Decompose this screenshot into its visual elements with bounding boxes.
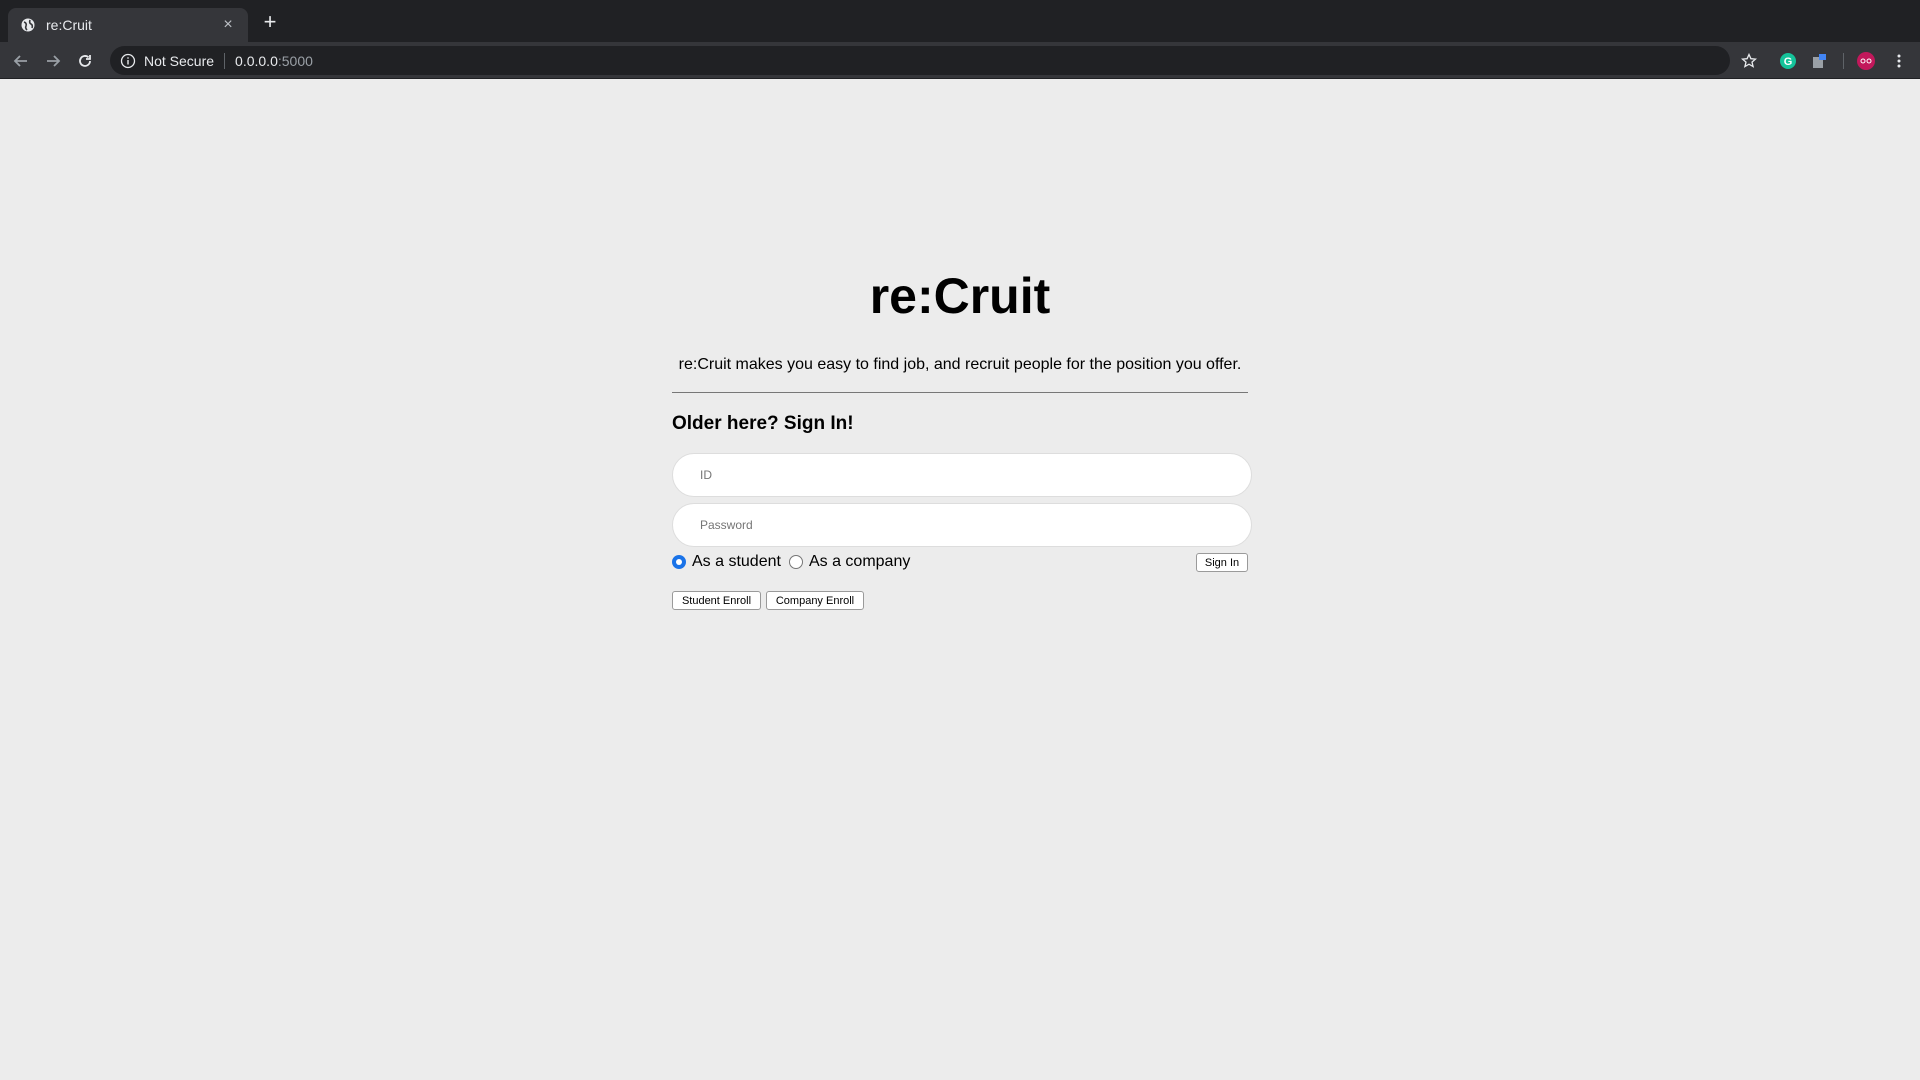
profile-avatar-icon[interactable]: [1855, 50, 1877, 72]
menu-dots-icon[interactable]: [1888, 50, 1910, 72]
sign-in-button[interactable]: Sign In: [1196, 553, 1248, 572]
info-icon[interactable]: [120, 53, 136, 69]
back-arrow-icon[interactable]: [10, 50, 32, 72]
company-enroll-button[interactable]: Company Enroll: [766, 591, 864, 610]
url-host: 0.0.0.0: [235, 52, 278, 69]
security-label: Not Secure: [144, 52, 215, 69]
address-separator: [224, 52, 226, 69]
browser-toolbar: Not Secure 0.0.0.0:5000 G: [0, 42, 1920, 79]
role-radio-group: As a student As a company: [672, 551, 1248, 573]
student-radio-label[interactable]: As a student: [692, 553, 781, 571]
url-port: :5000: [277, 52, 313, 69]
extension-icon[interactable]: [1808, 50, 1830, 72]
close-tab-icon[interactable]: ×: [220, 16, 236, 33]
new-tab-icon[interactable]: +: [260, 11, 280, 33]
company-radio-label[interactable]: As a company: [809, 553, 910, 571]
grammarly-extension-icon[interactable]: G: [1777, 50, 1799, 72]
student-enroll-button[interactable]: Student Enroll: [672, 591, 761, 610]
reload-icon[interactable]: [74, 50, 96, 72]
globe-icon: [20, 17, 36, 33]
toolbar-separator: [1843, 53, 1844, 69]
radio-dot: [676, 559, 682, 565]
signin-heading: Older here? Sign In!: [672, 413, 854, 434]
browser-tab[interactable]: re:Cruit ×: [8, 8, 248, 42]
browser-tabbar: re:Cruit × +: [0, 0, 1920, 42]
id-input[interactable]: [672, 453, 1252, 497]
bookmark-star-icon[interactable]: [1738, 50, 1760, 72]
page-content: re:Cruit re:Cruit makes you easy to find…: [0, 79, 1920, 1080]
forward-arrow-icon[interactable]: [42, 50, 64, 72]
app-title: re:Cruit: [869, 268, 1051, 324]
company-radio[interactable]: [788, 555, 803, 569]
tab-title: re:Cruit: [46, 17, 92, 33]
address-bar[interactable]: Not Secure 0.0.0.0:5000: [110, 46, 1730, 75]
divider: [672, 392, 1248, 393]
svg-text:G: G: [1784, 56, 1793, 68]
tagline: re:Cruit makes you easy to find job, and…: [678, 356, 1242, 373]
student-radio[interactable]: [672, 555, 686, 569]
password-input[interactable]: [672, 503, 1252, 547]
